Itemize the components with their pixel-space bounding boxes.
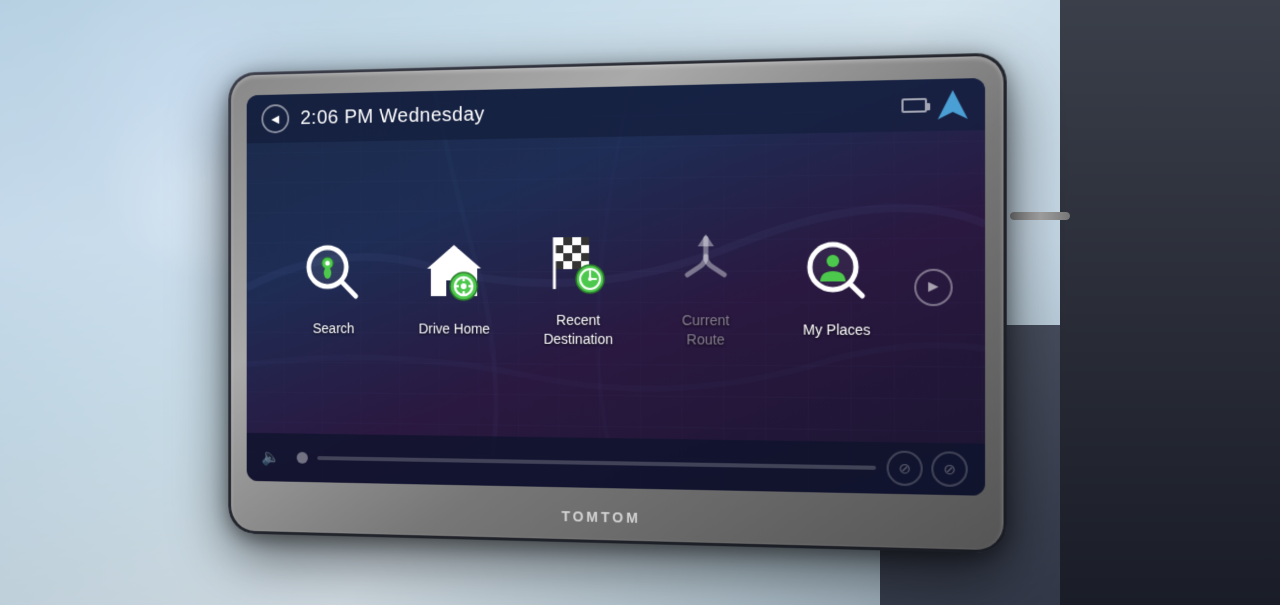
volume-dot [297,451,308,463]
mount-arm [1010,212,1070,220]
back-button[interactable]: ◄ [261,104,289,134]
device-screen: ◄ 2:06 PM Wednesday [247,77,985,495]
places-icon-container [799,234,874,308]
drive-home-label: Drive Home [419,320,490,338]
menu-item-drive-home[interactable]: Drive Home [393,227,515,348]
recent-icon-container [543,227,614,299]
back-arrow-icon: ◄ [269,110,282,126]
home-icon-container [420,237,489,308]
battery-icon [901,97,927,112]
next-arrow-icon: ► [925,277,942,296]
current-route-icon [671,228,740,297]
menu-item-my-places[interactable]: My Places [771,223,904,349]
search-icon-container [300,238,368,308]
gps-device: ◄ 2:06 PM Wednesday [228,52,1006,553]
menu-item-recent-destination[interactable]: Recent Destination [516,216,642,357]
my-places-label: My Places [803,320,871,339]
my-places-icon [801,236,872,306]
home-icon [421,239,487,306]
main-menu: Search [247,130,985,444]
car-interior-panel [1060,0,1280,605]
volume-bar[interactable] [317,456,876,470]
mute-icon[interactable]: ⊘ [887,450,923,486]
route-icon-container [669,226,742,299]
menu-item-current-route[interactable]: Current Route [641,215,770,358]
current-route-label: Current Route [682,311,730,348]
header-right [901,89,967,119]
search-icon [302,240,366,306]
next-button[interactable]: ► [914,268,953,305]
volume-icon: 🔈 [261,447,279,467]
gps-direction-icon [938,89,968,119]
search-label: Search [313,319,355,337]
recent-destination-icon [545,229,612,297]
settings-icon[interactable]: ⊘ [931,451,968,487]
menu-item-search[interactable]: Search [274,228,393,347]
recent-destination-label: Recent Destination [544,311,613,347]
bottom-right-icons: ⊘ ⊘ [887,450,968,487]
brand-label: TOMTOM [561,508,640,526]
mute-symbol: ⊘ [898,459,910,477]
settings-symbol: ⊘ [943,460,956,478]
time-display: 2:06 PM Wednesday [300,103,484,129]
